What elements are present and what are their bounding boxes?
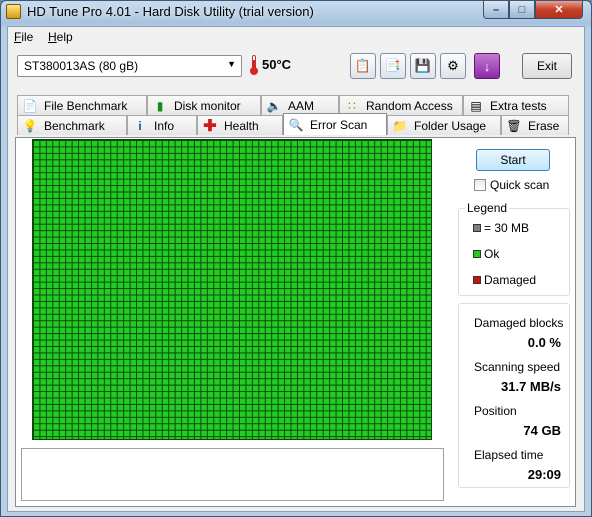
tab-aam[interactable]: 🔈 AAM [261,95,339,115]
tab-error-scan[interactable]: 🔍 Error Scan [283,113,387,135]
temperature-readout: 50°C [262,57,292,72]
file-benchmark-icon: 📄 [22,98,38,113]
copy-screen-icon: 📑 [384,58,402,73]
legend-block-size: = 30 MB [473,221,529,235]
ok-swatch [473,250,481,258]
random-access-icon: ∷ [348,98,356,113]
damaged-swatch [473,276,481,284]
quick-scan-checkbox[interactable] [474,179,486,191]
menu-help[interactable]: Help [48,30,73,44]
client-area: File Help ST380013AS (80 gB) ▼ 50°C 📋 📑 … [7,26,585,512]
quick-scan-option[interactable]: Quick scan [474,178,549,192]
download-icon: ↓ [483,58,491,74]
tab-label: Folder Usage [414,118,487,133]
scanning-speed-label: Scanning speed [474,360,561,374]
tab-label: File Benchmark [44,98,128,113]
tab-extra-tests[interactable]: ▤ Extra tests [463,95,569,115]
main-window: HD Tune Pro 4.01 - Hard Disk Utility (tr… [0,0,592,517]
copy-info-button[interactable]: 📋 [350,53,376,79]
legend-group: Legend = 30 MB Ok Damaged [458,201,570,296]
save-icon: 💾 [414,58,432,73]
speaker-icon: 🔈 [266,98,282,113]
app-icon [6,4,21,19]
quick-scan-label: Quick scan [490,178,550,192]
block-map [32,139,432,440]
tab-label: Health [224,118,259,133]
magnifier-icon: 🔍 [288,117,304,132]
copy-info-icon: 📋 [354,58,372,73]
tab-file-benchmark[interactable]: 📄 File Benchmark [17,95,147,115]
position-value: 74 GB [523,423,561,438]
tab-strip: 📄 File Benchmark ▮ Disk monitor 🔈 AAM ∷ … [8,95,584,137]
scanning-speed-value: 31.7 MB/s [501,379,561,394]
tab-erase[interactable]: 🗑 Erase [501,115,569,135]
tab-label: Disk monitor [174,98,241,113]
tab-label: Error Scan [310,117,368,132]
chevron-down-icon: ▼ [227,59,236,69]
toolbar: ST380013AS (80 gB) ▼ 50°C 📋 📑 💾 ⚙ ↓ Exit [8,51,584,87]
copy-screen-button[interactable]: 📑 [380,53,406,79]
disk-monitor-icon: ▮ [156,98,164,113]
menu-file[interactable]: File [14,30,33,44]
block-swatch [473,224,481,232]
tab-disk-monitor[interactable]: ▮ Disk monitor [147,95,261,115]
tab-label: AAM [288,98,315,113]
download-button[interactable]: ↓ [474,53,500,79]
options-icon: ⚙ [447,58,459,73]
drive-select[interactable]: ST380013AS (80 gB) ▼ [17,55,242,77]
tab-folder-usage[interactable]: 📁 Folder Usage [387,115,501,135]
info-icon: i [138,118,142,133]
options-button[interactable]: ⚙ [440,53,466,79]
exit-button[interactable]: Exit [522,53,572,79]
start-button[interactable]: Start [476,149,550,171]
tab-random-access[interactable]: ∷ Random Access [339,95,463,115]
maximize-button[interactable]: □ [509,1,535,19]
tab-label: Extra tests [490,98,547,113]
thermometer-icon [250,55,258,75]
scan-log [21,448,444,501]
position-label: Position [474,404,517,418]
legend-title: Legend [465,201,510,215]
minimize-button[interactable]: – [483,1,509,19]
elapsed-time-value: 29:09 [527,467,561,482]
damaged-blocks-label: Damaged blocks [474,316,564,330]
legend-ok: Ok [473,247,499,261]
damaged-blocks-value: 0.0 % [527,335,561,350]
window-title: HD Tune Pro 4.01 - Hard Disk Utility (tr… [27,4,314,19]
menu-bar: File Help [8,27,584,47]
tab-label: Erase [528,118,560,133]
legend-block-size-label: = 30 MB [484,221,530,235]
tab-health[interactable]: ✚ Health [197,115,283,135]
close-button[interactable]: ✕ [535,1,583,19]
stats-group: Damaged blocks 0.0 % Scanning speed 31.7… [458,303,570,488]
extra-tests-icon: ▤ [470,98,482,113]
health-cross-icon: ✚ [203,117,217,135]
tab-label: Benchmark [44,118,105,133]
drive-select-value: ST380013AS (80 gB) [24,59,139,73]
tab-benchmark[interactable]: 💡 Benchmark [17,115,127,135]
tab-label: Random Access [366,98,453,113]
tab-label: Info [154,118,175,133]
tab-info[interactable]: i Info [127,115,197,135]
elapsed-time-label: Elapsed time [474,448,544,462]
title-bar[interactable]: HD Tune Pro 4.01 - Hard Disk Utility (tr… [1,1,591,23]
legend-damaged-label: Damaged [484,273,537,287]
legend-damaged: Damaged [473,273,536,287]
legend-ok-label: Ok [484,247,500,261]
lightbulb-icon: 💡 [22,118,38,133]
save-button[interactable]: 💾 [410,53,436,79]
folder-icon: 📁 [392,118,408,133]
trash-icon: 🗑 [506,118,522,133]
